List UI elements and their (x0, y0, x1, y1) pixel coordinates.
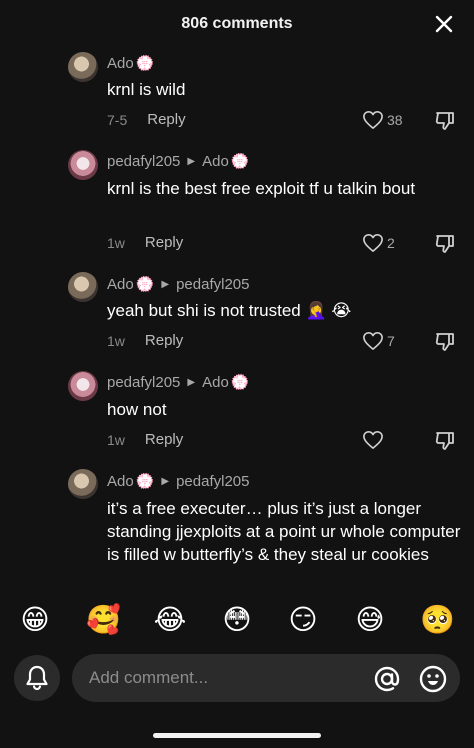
comment-text: yeah but shi is not trusted 🤦‍♀️ 😭 (107, 301, 352, 320)
reply-to-user[interactable]: pedafyl205 (176, 473, 249, 490)
comment-author[interactable]: Ado (107, 55, 134, 72)
comment-date: 1w (107, 332, 125, 349)
comment-author-line: pedafyl205 ▶ Ado 💮 (107, 373, 250, 392)
notification-bell-button[interactable] (14, 655, 60, 701)
comment-text: krnl is wild (107, 80, 186, 99)
emoji-quick-bar: 😁 🥰 😂 😳 😏 😅 🥺 (0, 603, 474, 639)
comment-author-line: Ado 💮 ▶ pedafyl205 (107, 275, 250, 294)
emoji-button[interactable]: 😏 (286, 603, 320, 637)
dislike-icon[interactable] (434, 431, 456, 456)
comment-count-title: 806 comments (181, 15, 293, 32)
comments-sheet: 806 comments Ado 💮 krnl is wild 7-5 Repl… (0, 0, 474, 748)
dislike-icon[interactable] (434, 332, 456, 357)
reply-arrow-icon: ▶ (187, 155, 196, 167)
dislike-icon[interactable] (434, 234, 456, 259)
dislike-icon[interactable] (434, 111, 456, 136)
comment-text: how not (107, 400, 167, 419)
reply-arrow-icon: ▶ (187, 376, 196, 388)
author-badge: 💮 (230, 374, 250, 391)
comment-date: 7-5 (107, 111, 128, 128)
avatar[interactable] (68, 150, 98, 180)
close-icon[interactable] (432, 12, 456, 36)
author-badge: 💮 (135, 55, 155, 72)
comment-footer: 1w Reply (107, 332, 183, 349)
reply-to-user[interactable]: Ado (202, 153, 229, 170)
comment-author[interactable]: Ado (107, 473, 134, 490)
author-badge: 💮 (135, 276, 155, 293)
like-count: 7 (387, 333, 395, 349)
like-button[interactable] (362, 430, 387, 450)
avatar[interactable] (68, 272, 98, 302)
comment-footer: 7-5 Reply (107, 111, 186, 128)
comment-footer: 1w Reply (107, 234, 183, 251)
comment-text: krnl is the best free exploit tf u talki… (107, 179, 416, 198)
reply-arrow-icon: ▶ (161, 475, 170, 487)
comment-author[interactable]: Ado (107, 276, 134, 293)
heart-icon (363, 111, 383, 129)
comments-header: 806 comments (0, 0, 474, 50)
avatar[interactable] (68, 371, 98, 401)
home-indicator[interactable] (153, 733, 321, 738)
reply-button[interactable]: Reply (147, 111, 185, 128)
emoji-button[interactable]: 😳 (220, 603, 254, 637)
author-badge: 💮 (135, 473, 155, 490)
emoji-button[interactable]: 😁 (18, 603, 52, 637)
bell-icon (26, 665, 48, 691)
comment-text: it’s a free executer… plus it’s just a l… (107, 499, 461, 564)
heart-icon (363, 234, 383, 252)
reply-button[interactable]: Reply (145, 431, 183, 448)
reply-button[interactable]: Reply (145, 332, 183, 349)
heart-icon (363, 431, 383, 449)
reply-arrow-icon: ▶ (161, 278, 170, 290)
like-count: 38 (387, 112, 403, 128)
emoji-button[interactable]: 🥰 (86, 603, 121, 637)
comment-author-line: pedafyl205 ▶ Ado 💮 (107, 152, 250, 171)
heart-icon (363, 332, 383, 350)
like-button[interactable]: 2 (362, 233, 395, 253)
emoji-picker-icon[interactable] (418, 664, 448, 699)
mention-icon[interactable] (373, 665, 401, 698)
avatar[interactable] (68, 469, 98, 499)
comment-author[interactable]: pedafyl205 (107, 153, 180, 170)
add-comment-input[interactable] (89, 654, 349, 702)
reply-to-user[interactable]: pedafyl205 (176, 276, 249, 293)
like-count: 2 (387, 235, 395, 251)
comment-footer: 1w Reply (107, 431, 183, 448)
comment-author[interactable]: pedafyl205 (107, 374, 180, 391)
comment-date: 1w (107, 234, 125, 251)
author-badge: 💮 (230, 153, 250, 170)
comment-input-box (72, 654, 460, 702)
comment-author-line: Ado 💮 (107, 54, 155, 73)
like-button[interactable]: 7 (362, 331, 395, 351)
emoji-button[interactable]: 😂 (153, 603, 187, 637)
avatar[interactable] (68, 52, 98, 82)
comment-date: 1w (107, 431, 125, 448)
comment-author-line: Ado 💮 ▶ pedafyl205 (107, 472, 250, 491)
like-button[interactable]: 38 (362, 110, 403, 130)
reply-to-user[interactable]: Ado (202, 374, 229, 391)
emoji-button[interactable]: 😅 (353, 603, 387, 637)
reply-button[interactable]: Reply (145, 234, 183, 251)
emoji-button[interactable]: 🥺 (420, 603, 455, 637)
